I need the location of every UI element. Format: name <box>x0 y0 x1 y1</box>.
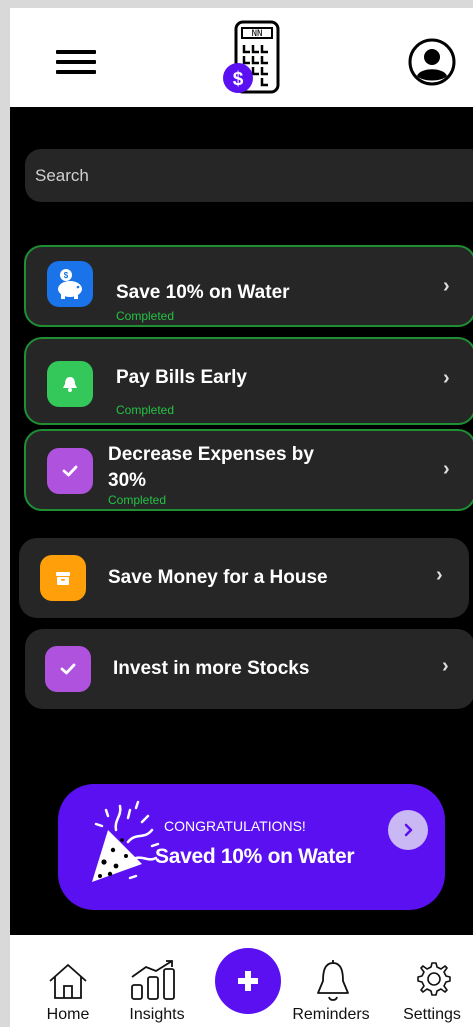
svg-text:NN: NN <box>252 29 263 39</box>
goal-icon <box>40 555 86 601</box>
calculator-dollar-icon: NN $ <box>223 20 280 94</box>
chevron-right-icon: › <box>436 564 443 586</box>
tab-label: Home <box>46 1006 90 1023</box>
banner-next-button[interactable] <box>388 810 428 850</box>
tab-insights[interactable]: Insights <box>114 935 200 1027</box>
window-edge <box>0 0 10 1027</box>
goal-title: Save Money for a House <box>108 567 328 588</box>
goal-status: Completed <box>116 403 175 417</box>
goal-title: Save 10% on Water <box>116 282 290 303</box>
tab-label: Reminders <box>292 1006 370 1023</box>
goal-icon <box>45 646 91 692</box>
congratulations-label: CONGRATULATIONS! <box>164 818 306 834</box>
bell-icon <box>317 960 349 1001</box>
goal-title: Pay Bills Early <box>116 367 247 388</box>
chevron-right-icon: › <box>443 367 450 389</box>
gear-icon <box>417 962 451 996</box>
goals-screen: $ Save 10% on Water Completed › Pay Bill… <box>10 107 473 935</box>
tab-label: Settings <box>403 1006 461 1023</box>
archive-box-icon <box>56 572 70 585</box>
goal-card-save-water[interactable]: $ Save 10% on Water Completed › <box>24 245 473 327</box>
plus-icon <box>238 971 258 991</box>
goal-title: Invest in more Stocks <box>113 658 310 679</box>
goal-icon: $ <box>47 261 93 307</box>
hamburger-bar <box>56 70 96 74</box>
chevron-right-icon: › <box>443 458 450 480</box>
chevron-right-icon: › <box>443 275 450 297</box>
tab-reminders[interactable]: Reminders <box>278 935 384 1027</box>
goal-card-decrease-expenses[interactable]: Decrease Expenses by 30% Completed › <box>24 429 473 511</box>
search-bar[interactable] <box>25 149 473 202</box>
chevron-right-icon: › <box>442 655 449 677</box>
tab-label: Insights <box>129 1006 185 1023</box>
user-circle-icon <box>408 38 456 86</box>
goal-icon <box>47 361 93 407</box>
profile-button[interactable] <box>408 38 456 86</box>
goal-card-invest-stocks[interactable]: Invest in more Stocks › <box>25 629 473 709</box>
hamburger-bar <box>56 60 96 64</box>
congratulations-value: Saved 10% on Water <box>155 845 355 868</box>
checkmark-icon <box>60 663 76 675</box>
window-edge-top <box>10 0 473 8</box>
party-popper-icon <box>92 800 160 882</box>
add-goal-button[interactable] <box>215 948 281 1014</box>
bar-chart-icon <box>131 960 175 1000</box>
piggy-bank-icon: $ <box>58 269 82 299</box>
tab-settings[interactable]: Settings <box>392 935 472 1027</box>
goal-card-pay-bills[interactable]: Pay Bills Early Completed › <box>24 337 473 425</box>
tab-home[interactable]: Home <box>30 935 106 1027</box>
bottom-tab-bar: Home Insights Reminders Settings <box>10 935 473 1027</box>
hamburger-menu-icon <box>56 50 96 54</box>
goal-icon <box>47 448 93 494</box>
home-icon <box>49 964 87 999</box>
goal-card-save-house[interactable]: Save Money for a House › <box>19 538 469 618</box>
svg-text:$: $ <box>64 271 69 280</box>
goal-status: Completed <box>108 493 167 507</box>
app-header: NN $ <box>10 8 473 107</box>
goal-status: Completed <box>116 309 175 323</box>
bell-icon <box>63 377 77 392</box>
search-input[interactable] <box>35 149 455 202</box>
menu-button[interactable] <box>56 50 96 74</box>
app-screen: NN $ $ <box>0 0 473 1027</box>
logo-badge: $ <box>233 69 244 90</box>
goal-title-line2: 30% <box>108 470 147 491</box>
checkmark-icon <box>62 465 78 477</box>
chevron-right-icon <box>404 823 413 837</box>
goal-title-line1: Decrease Expenses by <box>108 444 314 465</box>
congratulations-banner[interactable]: CONGRATULATIONS! Saved 10% on Water <box>58 784 445 910</box>
